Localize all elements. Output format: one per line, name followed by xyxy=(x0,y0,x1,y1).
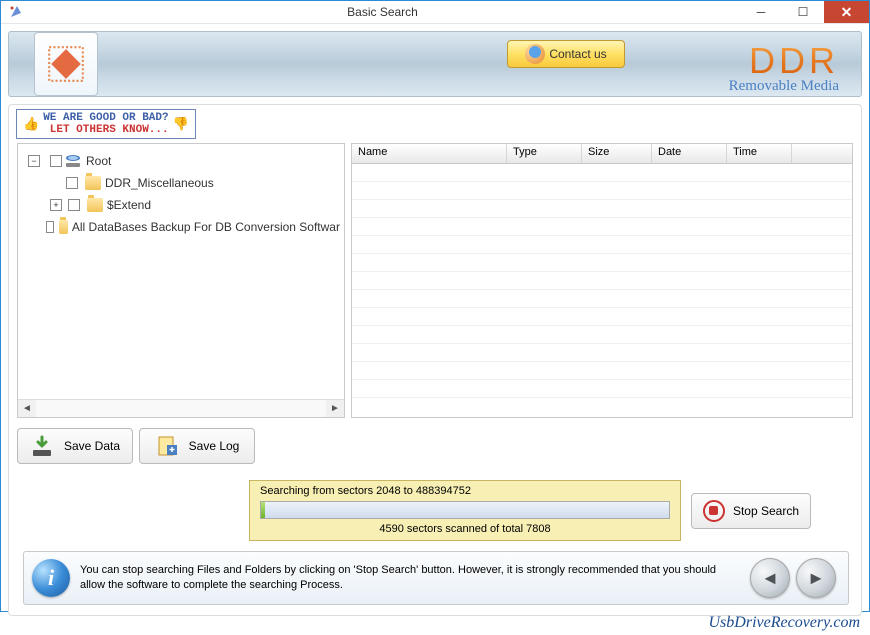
grid-row xyxy=(352,380,852,398)
feedback-line2: LET OTHERS KNOW... xyxy=(43,124,168,136)
maximize-button[interactable]: ☐ xyxy=(782,1,824,23)
hint-bar: i You can stop searching Files and Folde… xyxy=(23,551,849,605)
checkbox[interactable] xyxy=(46,221,53,233)
file-grid-panel: Name Type Size Date Time xyxy=(351,143,853,418)
grid-row xyxy=(352,182,852,200)
grid-row xyxy=(352,164,852,182)
horizontal-scrollbar[interactable]: ◄ ► xyxy=(18,399,344,417)
brand-sub: Removable Media xyxy=(729,78,839,95)
app-logo xyxy=(34,32,98,96)
grid-row xyxy=(352,308,852,326)
folder-icon xyxy=(59,220,68,234)
folder-tree[interactable]: − Root DDR_Miscellaneous xyxy=(18,144,344,399)
column-header-spacer xyxy=(792,144,852,163)
tree-row[interactable]: DDR_Miscellaneous xyxy=(22,172,340,194)
grid-row xyxy=(352,254,852,272)
scroll-right-icon[interactable]: ► xyxy=(326,400,344,417)
progress-box: Searching from sectors 2048 to 488394752… xyxy=(249,480,681,541)
folder-icon xyxy=(87,198,103,212)
thumb-down-icon: 👎 xyxy=(173,117,189,132)
grid-row xyxy=(352,236,852,254)
minimize-button[interactable]: ─ xyxy=(740,1,782,23)
tree-row[interactable]: + $Extend xyxy=(22,194,340,216)
app-window: Basic Search ─ ☐ ✕ Contact us DDR Remova… xyxy=(0,0,870,612)
brand-main: DDR xyxy=(729,40,839,82)
tree-label: DDR_Miscellaneous xyxy=(103,176,214,190)
save-log-label: Save Log xyxy=(189,439,240,453)
checkbox[interactable] xyxy=(66,177,78,189)
thumb-up-icon: 👍 xyxy=(23,117,39,132)
brand-block: DDR Removable Media xyxy=(729,40,839,95)
main-panel: 👍 WE ARE GOOD OR BAD? LET OTHERS KNOW...… xyxy=(8,104,862,616)
contact-label: Contact us xyxy=(549,47,606,61)
grid-row xyxy=(352,344,852,362)
tree-row-root[interactable]: − Root xyxy=(22,150,340,172)
tree-label: Root xyxy=(84,154,111,168)
titlebar: Basic Search ─ ☐ ✕ xyxy=(1,1,869,24)
tree-row[interactable]: All DataBases Backup For DB Conversion S… xyxy=(22,216,340,238)
grid-row xyxy=(352,290,852,308)
forward-button[interactable]: ► xyxy=(796,558,836,598)
progress-label: Searching from sectors 2048 to 488394752 xyxy=(260,485,670,497)
feedback-link[interactable]: 👍 WE ARE GOOD OR BAD? LET OTHERS KNOW...… xyxy=(16,109,196,139)
save-data-icon xyxy=(30,434,54,458)
stop-icon xyxy=(703,500,725,522)
save-data-label: Save Data xyxy=(64,439,120,453)
tree-label: All DataBases Backup For DB Conversion S… xyxy=(70,220,340,234)
scroll-left-icon[interactable]: ◄ xyxy=(18,400,36,417)
column-header-size[interactable]: Size xyxy=(582,144,652,163)
save-log-button[interactable]: Save Log xyxy=(139,428,255,464)
tree-label: $Extend xyxy=(105,198,151,212)
progress-fill xyxy=(261,502,265,518)
column-header-name[interactable]: Name xyxy=(352,144,507,163)
column-header-type[interactable]: Type xyxy=(507,144,582,163)
column-header-date[interactable]: Date xyxy=(652,144,727,163)
footer-link[interactable]: UsbDriveRecovery.com xyxy=(709,614,861,632)
back-button[interactable]: ◄ xyxy=(750,558,790,598)
app-icon xyxy=(7,3,25,21)
grid-row xyxy=(352,200,852,218)
save-log-icon xyxy=(155,434,179,458)
grid-row xyxy=(352,362,852,380)
expand-icon[interactable]: + xyxy=(50,199,62,211)
checkbox[interactable] xyxy=(68,199,80,211)
grid-row xyxy=(352,326,852,344)
save-data-button[interactable]: Save Data xyxy=(17,428,133,464)
feedback-line1: WE ARE GOOD OR BAD? xyxy=(43,112,168,124)
stop-search-button[interactable]: Stop Search xyxy=(691,493,811,529)
header-banner: Contact us DDR Removable Media xyxy=(8,31,862,97)
progress-scanned: 4590 sectors scanned of total 7808 xyxy=(260,523,670,535)
stop-label: Stop Search xyxy=(733,504,799,518)
scroll-track[interactable] xyxy=(36,400,326,417)
window-title: Basic Search xyxy=(25,5,740,19)
close-button[interactable]: ✕ xyxy=(824,1,869,23)
grid-row xyxy=(352,272,852,290)
hint-text: You can stop searching Files and Folders… xyxy=(80,563,740,594)
collapse-icon[interactable]: − xyxy=(28,155,40,167)
folder-tree-panel: − Root DDR_Miscellaneous xyxy=(17,143,345,418)
grid-body[interactable] xyxy=(352,164,852,417)
contact-us-button[interactable]: Contact us xyxy=(507,40,625,68)
grid-row xyxy=(352,218,852,236)
contact-icon xyxy=(525,44,545,64)
column-header-time[interactable]: Time xyxy=(727,144,792,163)
folder-icon xyxy=(85,176,101,190)
progress-bar xyxy=(260,501,670,519)
drive-icon xyxy=(64,153,82,169)
info-icon: i xyxy=(32,559,70,597)
grid-header: Name Type Size Date Time xyxy=(352,144,852,164)
checkbox[interactable] xyxy=(50,155,62,167)
